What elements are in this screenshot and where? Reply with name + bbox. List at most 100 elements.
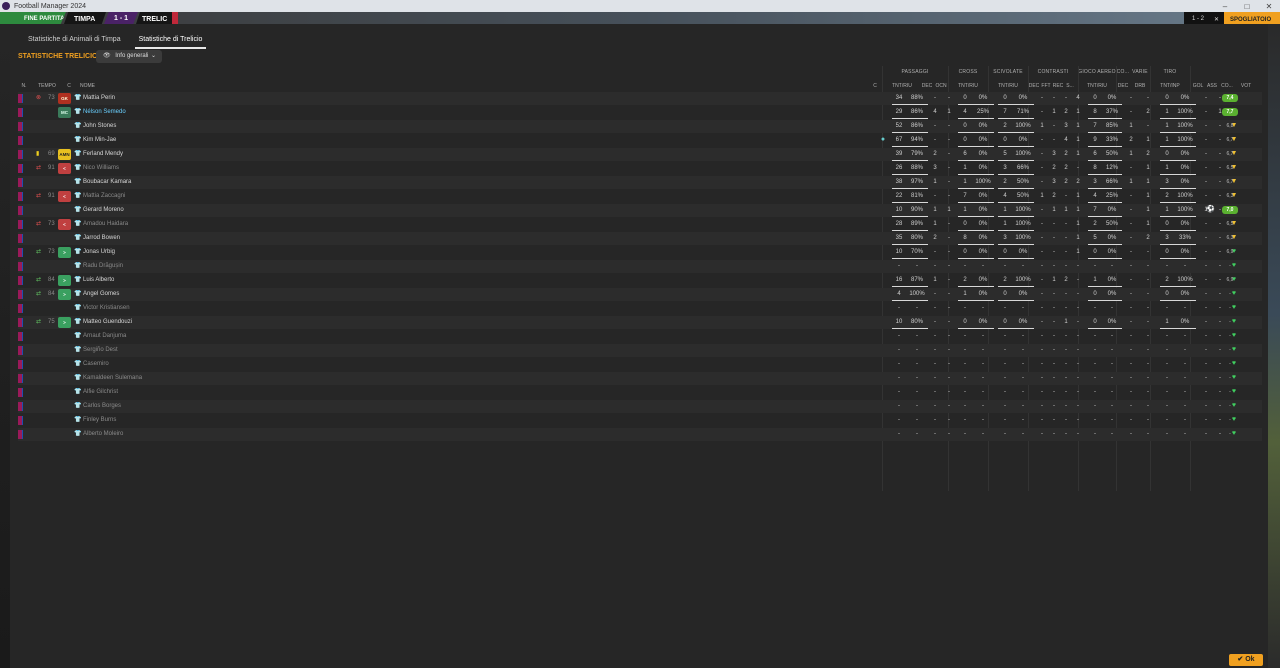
away-team[interactable]: TRELIC	[136, 12, 176, 24]
col-header-contr-dec[interactable]: DEC	[1028, 83, 1040, 89]
aerial-attempts: -	[1094, 333, 1096, 339]
player-name[interactable]: Jarrod Bowen	[83, 232, 120, 245]
shot-pct: -	[1184, 347, 1186, 353]
col-header-pass-occ[interactable]: OCN	[934, 83, 948, 89]
close-small-icon[interactable]: ✕	[1214, 16, 1219, 23]
col-header-contr-rec[interactable]: REC	[1052, 83, 1064, 89]
player-name[interactable]: Casemiro	[83, 358, 109, 371]
background-right	[1268, 24, 1280, 668]
pass-attempts: -	[898, 263, 900, 269]
table-row[interactable]: 👕 Victor Kristiansen - - - - - - - - - - - - - - - - - - - - ♥…	[18, 302, 1262, 315]
ok-button[interactable]: ✔ Ok	[1229, 654, 1263, 666]
table-row[interactable]: 👕 Gerard Moreno 10 90% 1 1 1 0% 1 100% -1 1 1 7 0% -1 1 1…	[18, 204, 1262, 217]
player-name[interactable]: Mattia Perin	[83, 92, 115, 105]
table-row[interactable]: 👕 Arnaut Danjuma - - - - - - - - - - - - - - - - - - - - ♥ -	[18, 330, 1262, 343]
player-name[interactable]: Kamaldeen Sulemana	[83, 372, 142, 385]
col-header-aerial[interactable]: TNT/RIU	[1080, 83, 1114, 89]
shot-attempts: -	[1166, 305, 1168, 311]
pass-attempts: 4	[892, 288, 906, 301]
dressing-room-button[interactable]: SPOGLIATOIO	[1224, 12, 1280, 24]
col-header-assists[interactable]: ASS	[1206, 83, 1218, 89]
player-name[interactable]: Luis Alberto	[83, 274, 114, 287]
table-row[interactable]: 👕 Radu Drăgușin - - - - - - - - - - - - - - - - - - - - ♥ -	[18, 260, 1262, 273]
player-name[interactable]: Victor Kristiansen	[83, 302, 130, 315]
table-row[interactable]: 👕 Jarrod Bowen 35 80% 2-8 0% 3 100% - - -1 5 0% -2 3 33…	[18, 232, 1262, 245]
table-row[interactable]: 👕 Boubacar Kamara 38 97% 1-1 100% 2 50% -3 2 2 3 66%…	[18, 176, 1262, 189]
table-row[interactable]: 👕 Alberto Moleiro - - - - - - - - - - - - - - - - - - - - ♥ -	[18, 428, 1262, 441]
tackle-pct: -	[1022, 347, 1024, 353]
table-row[interactable]: ⇄ 84 > 👕 Luis Alberto 16 87% 1-2 0% 2 100% -1 2-1 0% -…	[18, 274, 1262, 287]
player-name[interactable]: Angel Gomes	[83, 288, 119, 301]
view-dropdown[interactable]: 👁 Info generali ⌄	[96, 50, 162, 63]
player-name[interactable]: Finley Burns	[83, 414, 116, 427]
player-name[interactable]: Gerard Moreno	[83, 204, 124, 217]
col-header-shots[interactable]: TNT/INP	[1152, 83, 1188, 89]
player-name[interactable]: John Stones	[83, 120, 116, 133]
player-name[interactable]: Alberto Moleiro	[83, 428, 123, 441]
table-row[interactable]: ⊗ 73 GK 👕 Mattia Perin 34 88% - -0 0% 0 0% - - -4 0 0% - -…	[18, 92, 1262, 105]
table-row[interactable]: 👕 John Stones 52 86% - -0 0% 2 100% 1-3 1 7 85% 1-1 10…	[18, 120, 1262, 133]
window-title: Football Manager 2024	[14, 2, 86, 10]
table-row[interactable]: ⇄ 91 < 👕 Mattia Zaccagni 22 81% - -7 0% 4 50% 1 2-1 4 2…	[18, 190, 1262, 203]
table-row[interactable]: MC 👕 Nélson Semedo 29 86% 4 1 4 25% 7 71% -1 2 1 8 37% -…	[18, 106, 1262, 119]
player-name[interactable]: Carlos Borges	[83, 400, 121, 413]
tab-home-stats[interactable]: Statistiche di Animali di Timpa	[24, 35, 125, 49]
table-row[interactable]: ▮ 69 AMN 👕 Ferland Mendy 39 79% 2-6 0% 5 100% -3 2 1 6…	[18, 148, 1262, 161]
player-name[interactable]: Boubacar Kamara	[83, 176, 131, 189]
col-header-contr-s[interactable]: S...	[1064, 83, 1076, 89]
table-row[interactable]: 👕 Alfie Gilchrist - - - - - - - - - - - - - - - - - - - - ♥ -	[18, 386, 1262, 399]
table-row[interactable]: 👕 Sergiño Dest - - - - - - - - - - - - - - - - - - - - ♥ -	[18, 344, 1262, 357]
table-row[interactable]: ⇄ 75 > 👕 Matteo Guendouzi 10 80% - -0 0% 0 0% - -1-0 0…	[18, 316, 1262, 329]
col-header-pass[interactable]: TNT/RIU	[884, 83, 920, 89]
col-header-pass-dec[interactable]: DEC	[920, 83, 934, 89]
tab-away-stats[interactable]: Statistiche di Trelicio	[134, 35, 207, 49]
col-header-captain[interactable]: C	[870, 83, 880, 89]
player-name[interactable]: Matteo Guendouzi	[83, 316, 132, 329]
player-name[interactable]: Alfie Gilchrist	[83, 386, 118, 399]
view-dropdown-label: Info generali	[115, 53, 149, 59]
aerial-attempts: 3	[1088, 176, 1102, 189]
tackle-attempts: -	[1004, 333, 1006, 339]
col-header-time[interactable]: TEMPO	[36, 83, 58, 89]
dribbles: -	[1147, 291, 1149, 297]
table-row[interactable]: 👕 Casemiro - - - - - - - - - - - - - - - - - - - - ♥ -	[18, 358, 1262, 371]
pass-occ: -	[948, 403, 950, 409]
player-name[interactable]: Ferland Mendy	[83, 148, 123, 161]
table-row[interactable]: ⇄ 84 > 👕 Angel Gomes 4 100% - -1 0% 0 0% - - - -0 0% - -0 0…	[18, 288, 1262, 301]
col-header-goals[interactable]: GOL	[1192, 83, 1204, 89]
table-row[interactable]: ⇄ 73 < 👕 Amadou Haidara 28 89% 1-0 0% 1 100% - - -1 2 5…	[18, 218, 1262, 231]
player-name[interactable]: Jonas Urbig	[83, 246, 115, 259]
maximize-icon[interactable]: □	[1236, 2, 1258, 11]
col-header-co-dec[interactable]: DEC	[1116, 83, 1130, 89]
col-header-cross[interactable]: TNT/RIU	[950, 83, 986, 89]
col-header-pos[interactable]: C	[64, 83, 74, 89]
player-name[interactable]: Nico Williams	[83, 162, 119, 175]
col-header-dribble[interactable]: DRB	[1132, 83, 1148, 89]
pass-pct: 81%	[906, 190, 928, 203]
contr-fft: -	[1053, 137, 1055, 143]
minimize-icon[interactable]: –	[1214, 2, 1236, 11]
table-row[interactable]: ⇄ 91 < 👕 Nico Williams 26 88% 3-1 0% 3 66% -2 2-8 12%…	[18, 162, 1262, 175]
table-row[interactable]: 👕 Kim Min-Jae ● 67 94% - -0 0% 0 0% - -4 1 9 33% 2 1 1 100…	[18, 134, 1262, 147]
col-header-num[interactable]: N.	[18, 83, 30, 89]
player-name[interactable]: Radu Drăgușin	[83, 260, 123, 273]
col-header-condition[interactable]: CO...	[1220, 83, 1234, 89]
table-row[interactable]: 👕 Kamaldeen Sulemana - - - - - - - - - - - - - - - - - - - - ♥…	[18, 372, 1262, 385]
pass-occ: -	[948, 137, 950, 143]
player-name[interactable]: Arnaut Danjuma	[83, 330, 126, 343]
player-name[interactable]: Nélson Semedo	[83, 106, 126, 119]
close-icon[interactable]: ✕	[1258, 2, 1280, 11]
player-name[interactable]: Kim Min-Jae	[83, 134, 116, 147]
home-team[interactable]: TIMPA	[64, 12, 106, 24]
col-header-contr-fft[interactable]: FFT	[1040, 83, 1052, 89]
player-name[interactable]: Mattia Zaccagni	[83, 190, 125, 203]
table-row[interactable]: 👕 Carlos Borges - - - - - - - - - - - - - - - - - - - - ♥ -	[18, 400, 1262, 413]
col-header-tackles[interactable]: TNT/RIU	[990, 83, 1026, 89]
player-name[interactable]: Sergiño Dest	[83, 344, 118, 357]
table-row[interactable]: ⇄ 73 > 👕 Jonas Urbig 10 70% - -0 0% 0 0% - - -1 0 0% - -0 0…	[18, 246, 1262, 259]
player-name[interactable]: Amadou Haidara	[83, 218, 128, 231]
col-header-vote[interactable]: VOT	[1238, 83, 1254, 89]
cross-attempts: 2	[958, 274, 972, 287]
table-row[interactable]: 👕 Finley Burns - - - - - - - - - - - - - - - - - - - - ♥ -	[18, 414, 1262, 427]
col-header-name[interactable]: NOME	[80, 83, 95, 89]
